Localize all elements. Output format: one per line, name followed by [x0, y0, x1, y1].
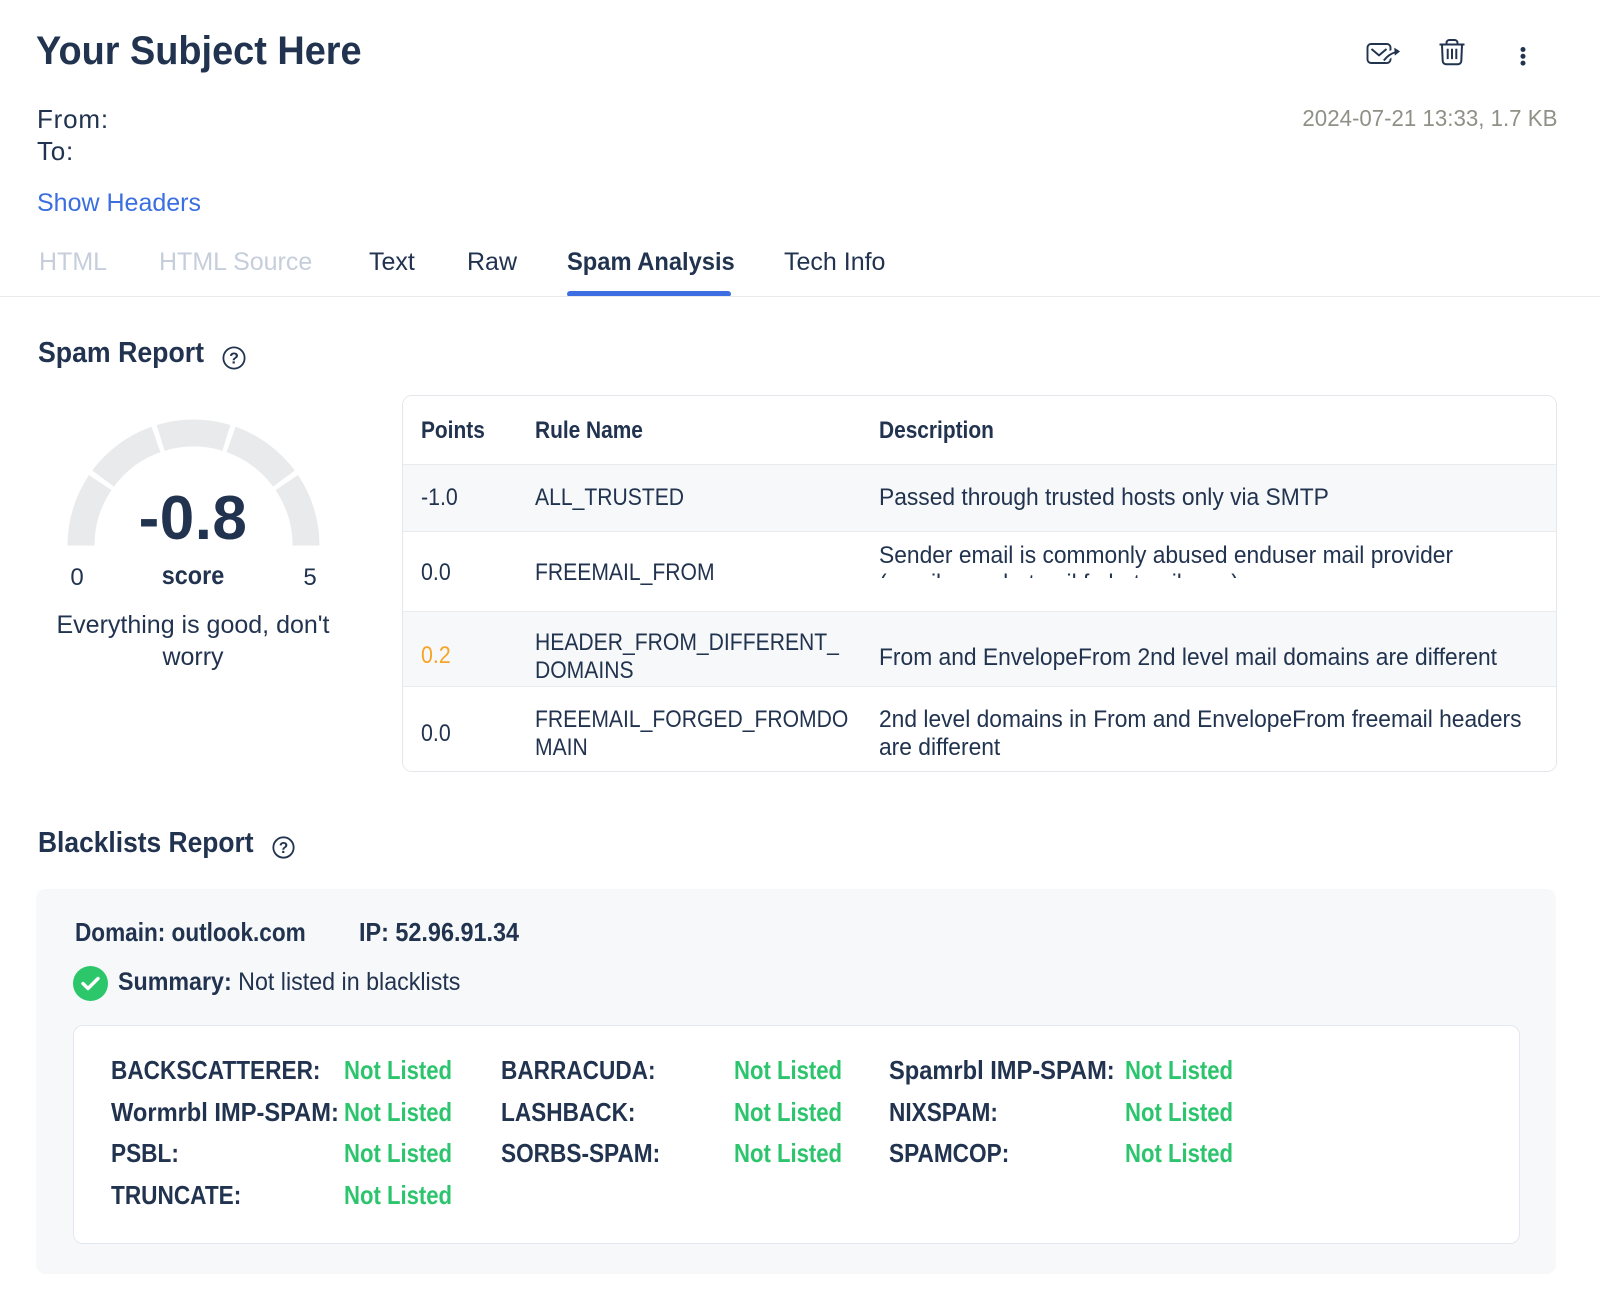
svg-text:?: ? [229, 351, 239, 368]
svg-text:?: ? [279, 840, 288, 857]
